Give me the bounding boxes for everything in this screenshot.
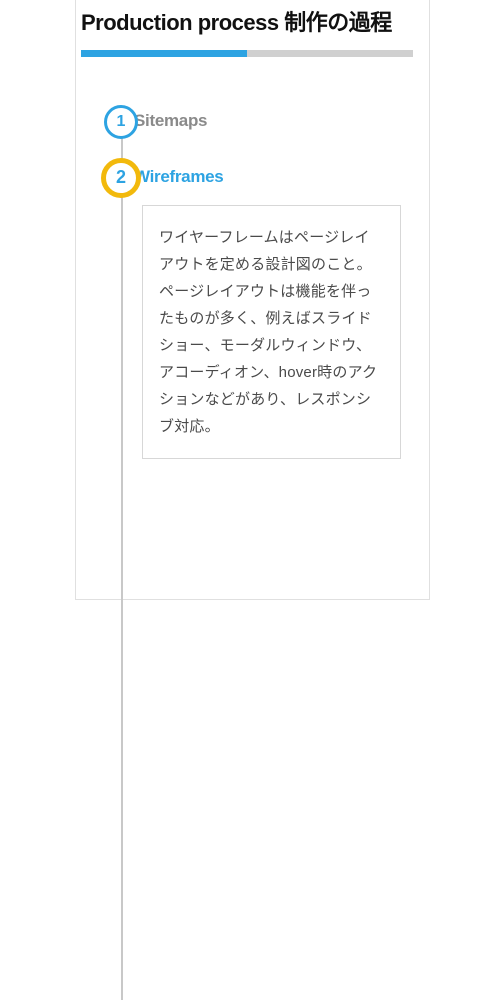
- timeline-step-2[interactable]: 2 Wireframes ワイヤーフレームはページレイアウトを定める設計図のこと…: [134, 161, 401, 459]
- timeline-axis: [121, 120, 123, 1000]
- step-title: Sitemaps: [134, 105, 401, 131]
- step-description-box: ワイヤーフレームはページレイアウトを定める設計図のこと。ページレイアウトは機能を…: [142, 205, 401, 459]
- step-title: Wireframes: [134, 161, 401, 187]
- title-underline: [81, 50, 413, 57]
- step-number-badge: 2: [101, 158, 141, 198]
- step-number-badge: 1: [104, 105, 138, 139]
- title-underline-accent: [81, 50, 247, 57]
- content-card: Production process 制作の過程 1 Sitemaps 2 Wi…: [75, 0, 430, 600]
- process-timeline: 1 Sitemaps 2 Wireframes ワイヤーフレームはページレイアウ…: [76, 105, 429, 459]
- step-description: ワイヤーフレームはページレイアウトを定める設計図のこと。ページレイアウトは機能を…: [159, 229, 377, 435]
- page-title: Production process 制作の過程: [81, 8, 413, 38]
- section-header: Production process 制作の過程: [76, 0, 429, 57]
- timeline-step-1[interactable]: 1 Sitemaps: [134, 105, 401, 151]
